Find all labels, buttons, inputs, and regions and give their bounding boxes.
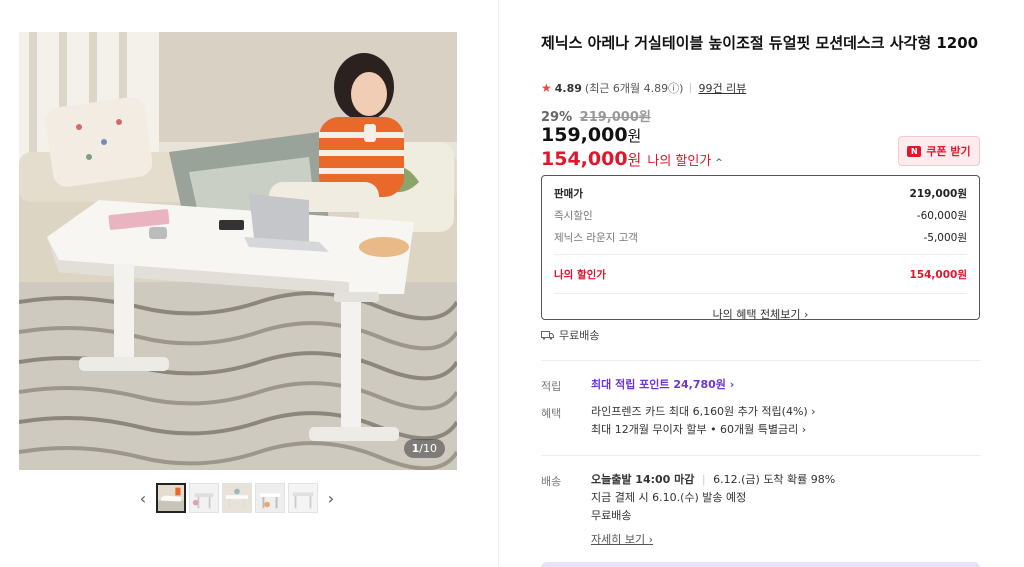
star-icon: ★ xyxy=(541,81,552,95)
rating-summary: ★ 4.89 (최근 6개월 4.89ⓘ) 99건 리뷰 xyxy=(541,80,746,96)
product-main-image[interactable]: 1/10 xyxy=(19,32,457,470)
points-label: 적립 xyxy=(541,380,562,393)
price-row-label: 나의 할인가 xyxy=(554,268,606,281)
price-row-value: 219,000원 xyxy=(909,187,967,200)
section-divider xyxy=(541,360,980,361)
discount-rate: 29% xyxy=(541,110,573,125)
price-row-list: 판매가 219,000원 xyxy=(554,182,967,204)
free-shipping-label: 무료배송 xyxy=(559,329,600,342)
price-row-label: 판매가 xyxy=(554,187,583,200)
price-row-lounge-discount: 제닉스 라운지 고객 -5,000원 xyxy=(554,226,967,248)
delivery-details-link[interactable]: 자세히 보기 › xyxy=(591,533,653,546)
delivery-eta: 오늘출발 14:00 마감 | 6.12.(금) 도착 확률 98% xyxy=(591,471,835,489)
delivery-divider: | xyxy=(701,473,706,486)
section-divider xyxy=(541,455,980,456)
truck-icon xyxy=(541,331,554,340)
image-counter: 1/10 xyxy=(403,439,445,458)
coupon-button-label: 쿠폰 받기 xyxy=(926,145,971,158)
rating-recent[interactable]: (최근 6개월 4.89ⓘ) xyxy=(585,80,684,96)
purchase-button-peek[interactable] xyxy=(541,562,980,567)
points-value: 최대 적립 포인트 24,780원 › xyxy=(591,376,734,394)
thumbnail-strip: ‹ › xyxy=(136,483,338,513)
thumbnail-prev-arrow[interactable]: ‹ xyxy=(136,483,150,513)
my-price-value: 154,000 xyxy=(541,148,628,170)
sale-price: 159,000원 xyxy=(541,124,641,146)
price-row-instant-discount: 즉시할인 -60,000원 xyxy=(554,204,967,226)
arrival-probability: 6.12.(금) 도착 확률 98% xyxy=(713,473,836,486)
thumbnail-2[interactable] xyxy=(189,483,219,513)
price-box-divider xyxy=(554,293,967,294)
coupon-button[interactable]: N 쿠폰 받기 xyxy=(898,136,980,166)
image-counter-total: /10 xyxy=(419,442,437,455)
dispatch-date: 지금 결제 시 6.10.(수) 발송 예정 xyxy=(591,491,747,504)
thumbnail-3[interactable] xyxy=(222,483,252,513)
rating-divider xyxy=(690,83,692,93)
review-count-link[interactable]: 99건 리뷰 xyxy=(698,80,746,96)
product-gallery: 1/10 ‹ › xyxy=(0,0,499,567)
price-row-my-price: 나의 할인가 154,000원 xyxy=(554,261,967,287)
rating-score: 4.89 xyxy=(554,81,582,95)
price-box-divider xyxy=(554,254,967,255)
original-price: 219,000원 xyxy=(579,110,651,125)
benefit-label: 혜택 xyxy=(541,407,562,420)
max-points-link[interactable]: 최대 적립 포인트 24,780원 › xyxy=(591,378,734,391)
thumbnail-4[interactable] xyxy=(255,483,285,513)
free-shipping-badge: 무료배송 xyxy=(541,327,599,343)
price-breakdown-box: 판매가 219,000원 즉시할인 -60,000원 제닉스 라운지 고객 -5… xyxy=(541,175,980,322)
naver-logo-icon: N xyxy=(907,145,922,157)
product-title: 제닉스 아레나 거실테이블 높이조절 듀얼핏 모션데스크 사각형 1200 xyxy=(541,34,979,52)
thumbnail-1[interactable] xyxy=(156,483,186,513)
view-all-benefits-link[interactable]: 나의 혜택 전체보기 › xyxy=(554,306,967,322)
price-row-value: -5,000원 xyxy=(923,231,967,244)
installment-benefit-link[interactable]: 최대 12개월 무이자 할부 • 60개월 특별금리 › xyxy=(591,421,816,439)
today-dispatch-cutoff: 오늘출발 14:00 마감 xyxy=(591,473,695,486)
price-row-value: 154,000원 xyxy=(909,268,967,281)
price-row-label: 제닉스 라운지 고객 xyxy=(554,231,638,244)
thumbnail-5[interactable] xyxy=(288,483,318,513)
delivery-fee: 무료배송 xyxy=(591,509,632,522)
sale-price-unit: 원 xyxy=(627,127,642,145)
card-benefit-link[interactable]: 라인프렌즈 카드 최대 6,160원 추가 적립(4%) › xyxy=(591,403,816,421)
delivery-details-wrap: 자세히 보기 › xyxy=(591,531,835,549)
thumbnail-next-arrow[interactable]: › xyxy=(324,483,338,513)
thumbnail-list xyxy=(156,483,318,513)
delivery-label: 배송 xyxy=(541,475,562,488)
my-price-toggle[interactable]: 나의 할인가 xyxy=(647,150,711,169)
benefit-values: 라인프렌즈 카드 최대 6,160원 추가 적립(4%) › 최대 12개월 무… xyxy=(591,403,816,439)
product-photo-illustration xyxy=(19,32,457,470)
my-discount-price: 154,000 원 나의 할인가 ^ xyxy=(541,148,723,170)
price-row-label: 즉시할인 xyxy=(554,209,593,222)
sale-price-value: 159,000 xyxy=(541,124,628,146)
chevron-up-icon[interactable]: ^ xyxy=(715,158,723,168)
my-price-unit: 원 xyxy=(627,151,642,169)
price-row-value: -60,000원 xyxy=(916,209,967,222)
delivery-info: 오늘출발 14:00 마감 | 6.12.(금) 도착 확률 98% 지금 결제… xyxy=(591,471,835,549)
discount-line: 29% 219,000원 xyxy=(541,106,651,125)
